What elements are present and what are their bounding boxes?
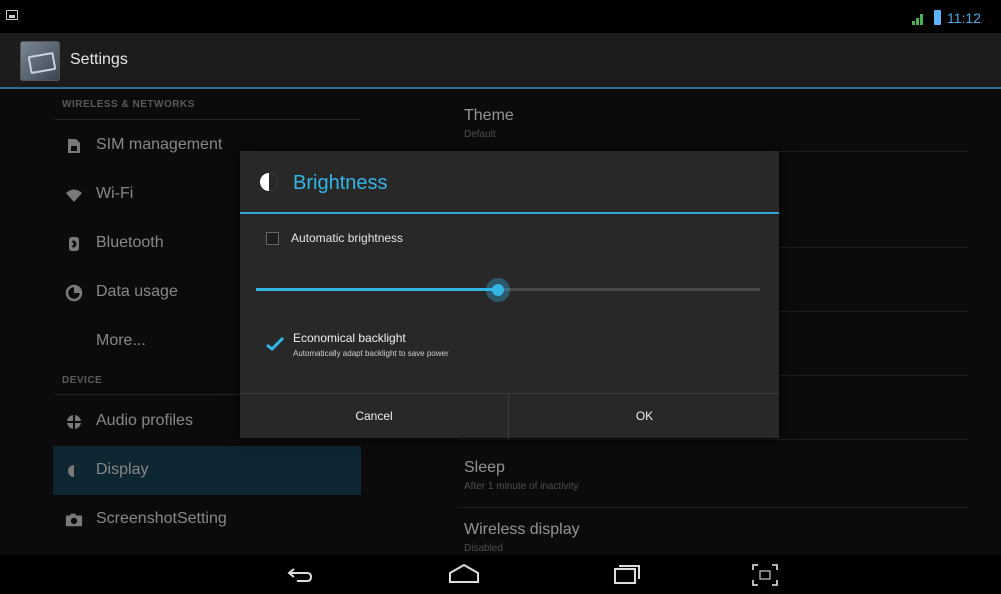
status-bar: 11:12	[0, 0, 1001, 33]
navigation-bar	[0, 555, 1001, 594]
back-icon[interactable]	[280, 560, 320, 590]
slider-fill	[256, 288, 498, 291]
dialog-header: Brightness	[240, 151, 779, 214]
automatic-brightness-label: Automatic brightness	[291, 231, 404, 245]
signal-icon	[912, 14, 923, 25]
brightness-slider[interactable]	[256, 275, 760, 305]
economical-backlight-title: Economical backlight	[293, 331, 406, 345]
settings-app-icon[interactable]	[20, 41, 60, 81]
ok-button[interactable]: OK	[510, 394, 779, 439]
picture-icon	[6, 10, 18, 20]
battery-icon	[934, 10, 941, 25]
action-bar-title: Settings	[70, 51, 128, 68]
home-icon[interactable]	[444, 560, 484, 590]
automatic-brightness-checkbox[interactable]	[266, 232, 279, 245]
recents-icon[interactable]	[605, 560, 645, 590]
brightness-icon	[260, 173, 278, 191]
action-bar: Settings	[0, 33, 1001, 89]
clock: 11:12	[947, 10, 981, 26]
brightness-dialog: Brightness Automatic brightness Economic…	[240, 151, 779, 439]
screenshot-capture-icon[interactable]	[745, 560, 785, 590]
economical-backlight-row[interactable]: Economical backlight Automatically adapt…	[266, 331, 746, 371]
dialog-title: Brightness	[293, 172, 388, 194]
dialog-button-bar: Cancel OK	[240, 393, 779, 439]
slider-thumb[interactable]	[486, 278, 510, 302]
economical-backlight-summary: Automatically adapt backlight to save po…	[293, 349, 449, 358]
cancel-button[interactable]: Cancel	[240, 394, 509, 439]
checkmark-icon[interactable]	[266, 337, 284, 351]
